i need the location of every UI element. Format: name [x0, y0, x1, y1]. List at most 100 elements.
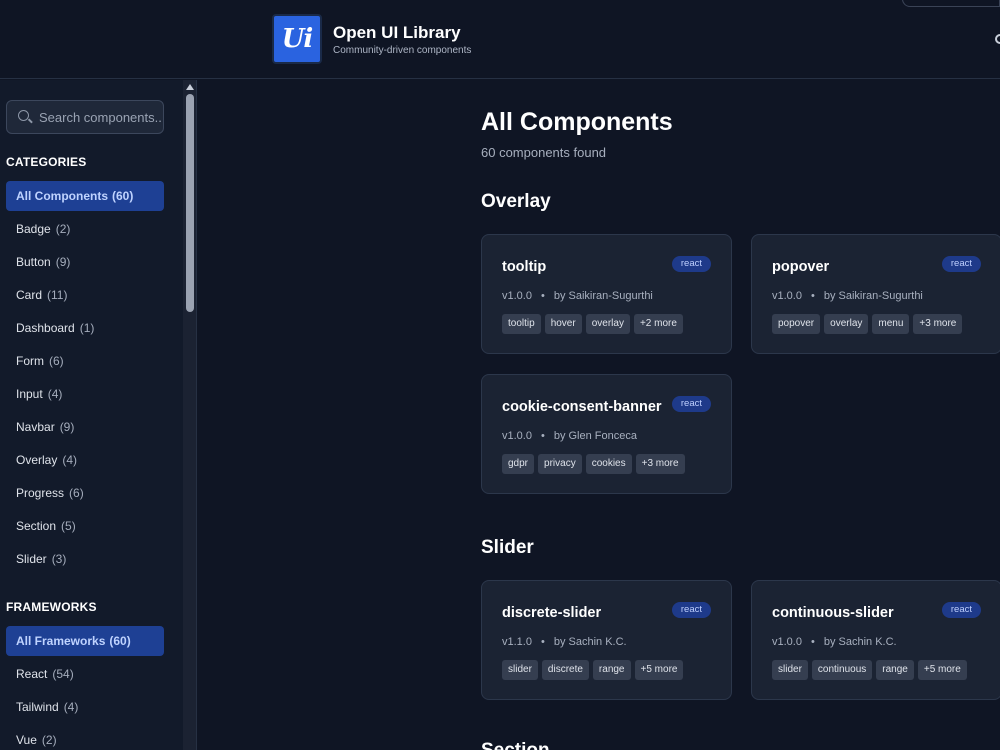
component-name[interactable]: popover [772, 259, 829, 275]
app-subtitle: Community-driven components [333, 45, 472, 56]
sidebar-item-label: Input [16, 387, 43, 401]
more-tags[interactable]: +5 more [634, 660, 684, 680]
sidebar-item-dashboard[interactable]: Dashboard (1) [6, 313, 164, 343]
group-title-overlay: Overlay [481, 191, 551, 212]
component-card-cookie-consent-banner[interactable]: cookie-consent-banner react v1.0.0 • by Gl… [481, 374, 732, 494]
sidebar-item-slider[interactable]: Slider (3) [6, 544, 164, 574]
sidebar-item-all-frameworks[interactable]: All Frameworks (60) [6, 626, 164, 656]
sidebar-item-section[interactable]: Section (5) [6, 511, 164, 541]
sidebar-item-count: (6) [69, 486, 84, 500]
component-name[interactable]: cookie-consent-banner [502, 399, 662, 415]
sidebar-item-button[interactable]: Button (9) [6, 247, 164, 277]
logo-text: Ui [281, 24, 314, 54]
meta-separator: • [810, 290, 815, 302]
tag[interactable]: slider [772, 660, 808, 680]
component-author: by Sachin K.C. [823, 636, 897, 648]
sidebar-item-label: Vue [16, 733, 37, 747]
meta-separator: • [540, 636, 545, 648]
sidebar-item-count: (6) [49, 354, 64, 368]
tag[interactable]: overlay [824, 314, 869, 334]
component-author: by Sachin K.C. [553, 636, 627, 648]
tag[interactable]: discrete [541, 660, 589, 680]
sidebar-item-overlay[interactable]: Overlay (4) [6, 445, 164, 475]
component-meta: v1.1.0 • by Sachin K.C. [502, 636, 627, 648]
sidebar-item-label: Slider [16, 552, 47, 566]
sidebar-item-label: Button [16, 255, 51, 269]
sidebar-item-count: (9) [59, 420, 75, 434]
group-title-section: Section [481, 740, 550, 750]
sidebar-item-card[interactable]: Card (11) [6, 280, 164, 310]
component-version: v1.0.0 [772, 636, 802, 648]
sidebar-item-label: Form [16, 354, 44, 368]
sidebar-item-tailwind[interactable]: Tailwind (4) [6, 692, 164, 722]
more-tags[interactable]: +5 more [917, 660, 967, 680]
component-name[interactable]: discrete-slider [502, 605, 601, 621]
component-version: v1.1.0 [502, 636, 532, 648]
group-title-slider: Slider [481, 537, 534, 558]
tag[interactable]: slider [502, 660, 538, 680]
results-count: 60 components found [481, 145, 607, 160]
sidebar-item-vue[interactable]: Vue (2) [6, 725, 164, 750]
component-card-tooltip[interactable]: tooltip react v1.0.0 • by Saikiran-Sugurth… [481, 234, 732, 354]
component-name[interactable]: continuous-slider [772, 605, 894, 621]
sidebar-item-label: Tailwind [16, 700, 59, 714]
sidebar-item-badge[interactable]: Badge (2) [6, 214, 164, 244]
github-icon[interactable] [995, 34, 1000, 44]
framework-badge: react [671, 256, 711, 272]
component-card-discrete-slider[interactable]: discrete-slider react v1.1.0 • by Sachin K… [481, 580, 732, 700]
sidebar-item-form[interactable]: Form (6) [6, 346, 164, 376]
tag[interactable]: popover [772, 314, 821, 334]
tag[interactable]: menu [872, 314, 910, 334]
component-card-popover[interactable]: popover react v1.0.0 • by Saikiran-Sugurth… [751, 234, 1000, 354]
sidebar-item-input[interactable]: Input (4) [6, 379, 164, 409]
sidebar-item-count: (11) [47, 288, 68, 302]
search-box [6, 100, 164, 134]
sidebar-item-count: (54) [52, 667, 74, 681]
sidebar-item-count: (4) [47, 387, 63, 401]
sidebar-scrollbar-thumb[interactable] [186, 94, 194, 312]
tag[interactable]: hover [544, 314, 582, 334]
sidebar-item-navbar[interactable]: Navbar (9) [6, 412, 164, 442]
sidebar: CATEGORIES All Components (60) Badge (2) B… [0, 80, 197, 750]
app-title: Open UI Library [333, 23, 461, 42]
tag[interactable]: tooltip [502, 314, 541, 334]
tag[interactable]: overlay [585, 314, 630, 334]
tag[interactable]: gdpr [502, 454, 535, 474]
sidebar-item-count: (60) [109, 634, 131, 648]
more-tags[interactable]: +2 more [633, 314, 683, 334]
tag[interactable]: range [592, 660, 631, 680]
tag[interactable]: range [876, 660, 914, 680]
tag[interactable]: continuous [811, 660, 873, 680]
component-author: by Saikiran-Sugurthi [823, 290, 923, 302]
framework-badge: react [941, 256, 981, 272]
sidebar-item-all-components[interactable]: All Components (60) [6, 181, 164, 211]
search-input[interactable] [39, 101, 161, 133]
sidebar-item-count: (1) [79, 321, 95, 335]
sidebar-item-label: All Components [16, 189, 108, 203]
tag-list: slider continuous range +5 more [772, 660, 967, 680]
sidebar-item-label: Section [16, 519, 57, 533]
header-corner-frame [902, 0, 1000, 7]
scroll-up-arrow-icon[interactable] [186, 84, 194, 90]
sidebar-item-progress[interactable]: Progress (6) [6, 478, 164, 508]
meta-separator: • [540, 430, 545, 442]
sidebar-item-react[interactable]: React (54) [6, 659, 164, 689]
library-logo[interactable]: Ui [272, 14, 322, 64]
categories-heading: CATEGORIES [6, 155, 87, 169]
tag[interactable]: cookies [585, 454, 632, 474]
component-author: by Glen Fonceca [553, 430, 637, 442]
sidebar-item-count: (3) [51, 552, 67, 566]
component-card-continuous-slider[interactable]: continuous-slider react v1.0.0 • by Sachin… [751, 580, 1000, 700]
sidebar-item-label: Navbar [16, 420, 55, 434]
component-version: v1.0.0 [502, 430, 532, 442]
component-meta: v1.0.0 • by Glen Fonceca [502, 430, 637, 442]
component-meta: v1.0.0 • by Sachin K.C. [772, 636, 897, 648]
meta-separator: • [810, 636, 815, 648]
more-tags[interactable]: +3 more [635, 454, 685, 474]
component-name[interactable]: tooltip [502, 259, 546, 275]
component-meta: v1.0.0 • by Saikiran-Sugurthi [772, 290, 923, 302]
sidebar-item-label: Progress [16, 486, 65, 500]
more-tags[interactable]: +3 more [913, 314, 963, 334]
component-meta: v1.0.0 • by Saikiran-Sugurthi [502, 290, 653, 302]
tag[interactable]: privacy [538, 454, 582, 474]
